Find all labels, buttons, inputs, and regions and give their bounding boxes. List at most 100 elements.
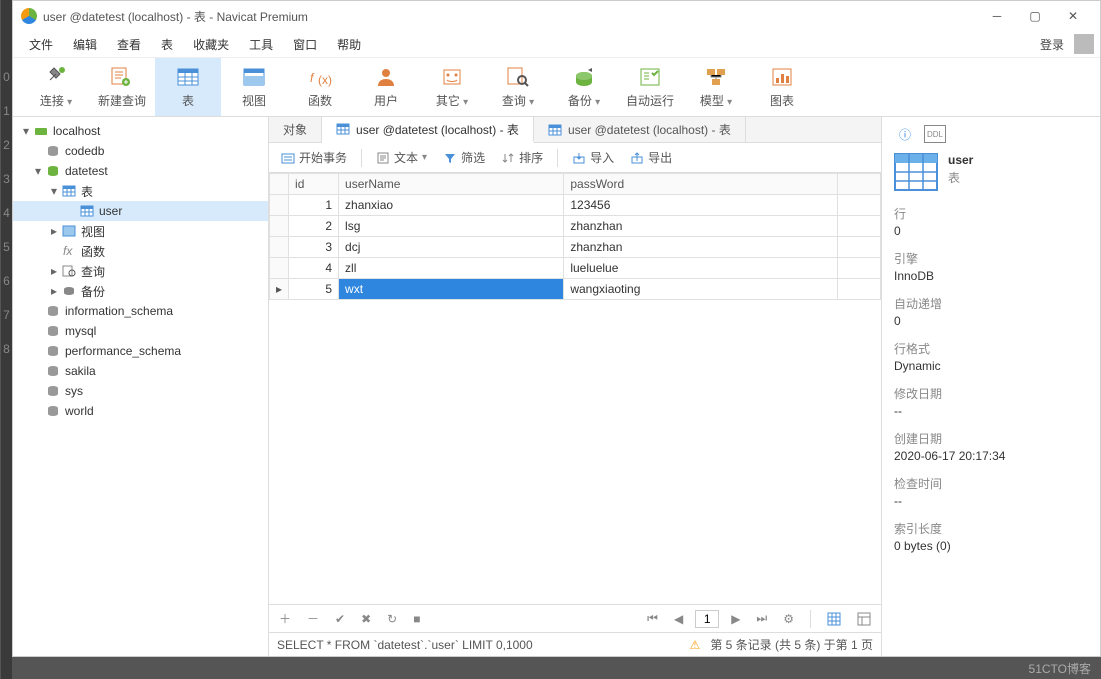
ribbon-chart[interactable]: 图表 (749, 58, 815, 116)
ribbon-query[interactable]: 查询 ▾ (485, 58, 551, 116)
tree-node[interactable]: ▾表 (13, 181, 268, 201)
menu-查看[interactable]: 查看 (107, 33, 151, 56)
column-header[interactable]: id (289, 174, 339, 195)
ribbon-plug[interactable]: 连接 ▾ (23, 58, 89, 116)
tree-node[interactable]: sakila (13, 361, 268, 381)
apply-button[interactable]: ✔ (331, 610, 349, 628)
menu-表[interactable]: 表 (151, 33, 183, 56)
login-link[interactable]: 登录 (1034, 33, 1070, 56)
twisty-icon[interactable]: ▾ (19, 124, 33, 138)
user-icon (373, 66, 399, 88)
menu-窗口[interactable]: 窗口 (283, 33, 327, 56)
tree-node[interactable]: sys (13, 381, 268, 401)
maximize-button[interactable]: ▢ (1016, 3, 1054, 29)
tree-node[interactable]: performance_schema (13, 341, 268, 361)
tab-bar: 对象user @datetest (localhost) - 表user @da… (269, 117, 881, 143)
twisty-icon[interactable]: ▸ (47, 284, 61, 298)
property-value: -- (894, 404, 1088, 418)
next-page-button[interactable]: ▶ (727, 610, 744, 628)
menu-帮助[interactable]: 帮助 (327, 33, 371, 56)
connection-tree[interactable]: ▾localhostcodedb▾datetest▾表user▸视图fx函数▸查… (13, 117, 269, 656)
avatar-icon[interactable] (1074, 34, 1094, 54)
tree-node[interactable]: mysql (13, 321, 268, 341)
row-header[interactable] (270, 258, 289, 279)
form-view-button[interactable] (853, 610, 875, 628)
tree-node[interactable]: ▸查询 (13, 261, 268, 281)
view-icon (241, 66, 267, 88)
ribbon-backup[interactable]: 备份 ▾ (551, 58, 617, 116)
add-row-button[interactable]: ＋ (275, 608, 295, 629)
menu-工具[interactable]: 工具 (239, 33, 283, 56)
table-row[interactable]: 3dcjzhanzhan (270, 237, 881, 258)
delete-row-button[interactable]: － (303, 608, 323, 629)
ribbon-auto[interactable]: 自动运行 (617, 58, 683, 116)
stop-button[interactable]: ■ (409, 610, 424, 628)
twisty-icon[interactable]: ▸ (47, 224, 61, 238)
row-header[interactable] (270, 195, 289, 216)
menu-收藏夹[interactable]: 收藏夹 (183, 33, 239, 56)
ribbon-fx[interactable]: f(x)函数 (287, 58, 353, 116)
tree-node[interactable]: information_schema (13, 301, 268, 321)
data-grid[interactable]: iduserNamepassWord1zhanxiao1234562lsgzha… (269, 173, 881, 604)
grid-view-button[interactable] (823, 610, 845, 628)
twisty-icon[interactable]: ▾ (47, 184, 61, 198)
table-row[interactable]: ▸5wxtwangxiaoting (270, 279, 881, 300)
page-settings-button[interactable]: ⚙ (779, 610, 798, 628)
tree-node[interactable]: codedb (13, 141, 268, 161)
begin-transaction-button[interactable]: 开始事务 (275, 146, 353, 169)
property-row: 创建日期2020-06-17 20:17:34 (894, 430, 1088, 463)
text-button[interactable]: 文本▾ (370, 146, 433, 169)
query-icon (61, 264, 77, 278)
ribbon-newquery[interactable]: 新建查询 (89, 58, 155, 116)
status-bar: SELECT * FROM `datetest`.`user` LIMIT 0,… (269, 632, 881, 656)
property-key: 索引长度 (894, 520, 1088, 537)
filter-button[interactable]: 筛选 (437, 146, 491, 169)
twisty-icon[interactable]: ▾ (31, 164, 45, 178)
first-page-button[interactable]: ⏮ (643, 609, 662, 628)
tree-node[interactable]: world (13, 401, 268, 421)
ribbon-other[interactable]: 其它 ▾ (419, 58, 485, 116)
sort-button[interactable]: 排序 (495, 146, 549, 169)
menu-编辑[interactable]: 编辑 (63, 33, 107, 56)
tree-node[interactable]: ▾datetest (13, 161, 268, 181)
row-header[interactable] (270, 237, 289, 258)
close-button[interactable]: ✕ (1054, 3, 1092, 29)
import-button[interactable]: 导入 (566, 146, 620, 169)
prev-page-button[interactable]: ◀ (670, 610, 687, 628)
last-page-button[interactable]: ⏭ (752, 609, 771, 628)
cancel-button[interactable]: ✖ (357, 610, 375, 628)
info-icon[interactable]: ⓘ (894, 125, 916, 143)
warning-icon[interactable]: ⚠ (690, 638, 701, 652)
refresh-button[interactable]: ↻ (383, 610, 401, 628)
tree-node[interactable]: fx函数 (13, 241, 268, 261)
table-row[interactable]: 4zlllueluelue (270, 258, 881, 279)
menu-文件[interactable]: 文件 (19, 33, 63, 56)
row-header[interactable] (270, 216, 289, 237)
svg-text:f: f (310, 71, 315, 85)
fx-icon: fx (61, 244, 77, 258)
table-row[interactable]: 1zhanxiao123456 (270, 195, 881, 216)
tree-node[interactable]: ▸备份 (13, 281, 268, 301)
tree-node[interactable]: ▸视图 (13, 221, 268, 241)
property-value: -- (894, 494, 1088, 508)
export-button[interactable]: 导出 (624, 146, 678, 169)
table-row[interactable]: 2lsgzhanzhan (270, 216, 881, 237)
column-header[interactable]: userName (339, 174, 564, 195)
plug-icon (43, 66, 69, 88)
minimize-button[interactable]: ─ (978, 3, 1016, 29)
tree-node[interactable]: ▾localhost (13, 121, 268, 141)
row-header[interactable]: ▸ (270, 279, 289, 300)
ddl-icon[interactable]: DDL (924, 125, 946, 143)
ribbon-table[interactable]: 表 (155, 58, 221, 116)
tree-node[interactable]: user (13, 201, 268, 221)
page-input[interactable] (695, 610, 719, 628)
tab[interactable]: user @datetest (localhost) - 表 (534, 117, 746, 142)
twisty-icon[interactable]: ▸ (47, 264, 61, 278)
tab[interactable]: user @datetest (localhost) - 表 (322, 117, 534, 143)
ribbon-model[interactable]: 模型 ▾ (683, 58, 749, 116)
tab[interactable]: 对象 (269, 117, 322, 142)
column-header[interactable]: passWord (564, 174, 838, 195)
ribbon-view[interactable]: 视图 (221, 58, 287, 116)
property-value: InnoDB (894, 269, 1088, 283)
ribbon-user[interactable]: 用户 (353, 58, 419, 116)
